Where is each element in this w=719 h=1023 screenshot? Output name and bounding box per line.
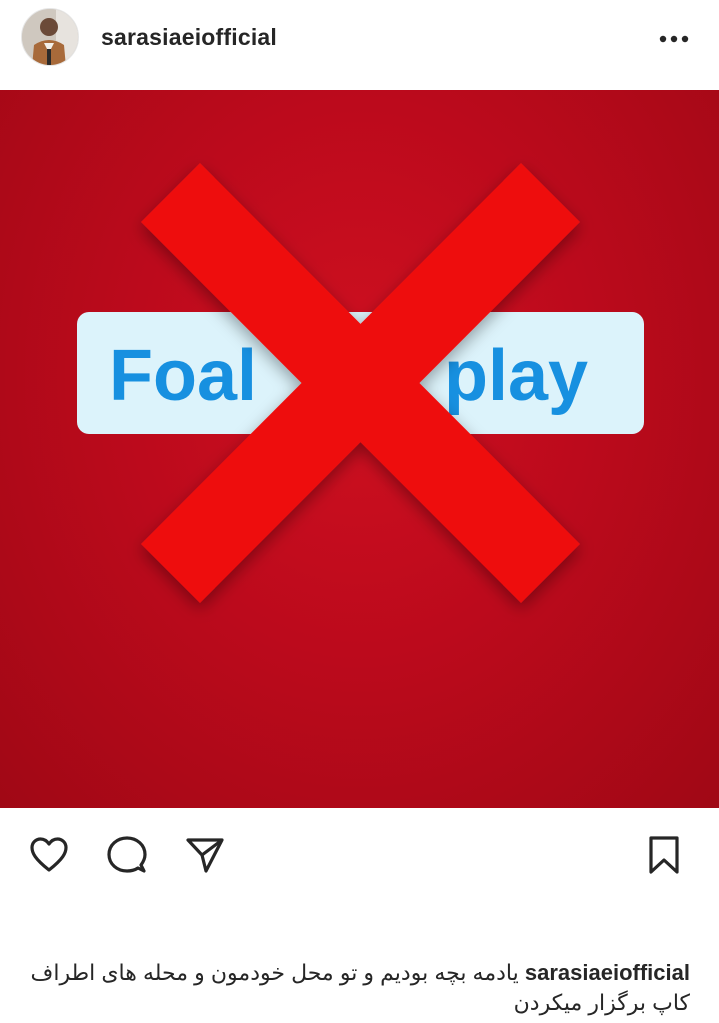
heart-icon [30, 837, 68, 872]
bookmark-icon [649, 836, 679, 874]
save-button[interactable] [641, 832, 687, 878]
post-actions-bar [0, 818, 719, 898]
post-header: sarasiaeiofficial [0, 0, 719, 88]
caption-username[interactable]: sarasiaeiofficial [525, 960, 690, 985]
post-caption: sarasiaeiofficial یادمه بچه بودیم و تو م… [30, 958, 690, 1018]
share-button[interactable] [182, 832, 228, 878]
comment-bubble-icon [107, 836, 147, 873]
avatar[interactable] [21, 8, 79, 66]
foul-play-graphic: Foal play [77, 163, 644, 603]
profile-photo-avatar [22, 9, 78, 65]
post-username[interactable]: sarasiaeiofficial [101, 24, 277, 51]
comment-button[interactable] [104, 832, 150, 878]
image-label-left: Foal [109, 336, 257, 416]
more-options-button[interactable] [654, 24, 694, 54]
send-paper-plane-icon [186, 838, 224, 873]
like-button[interactable] [26, 832, 72, 878]
image-label-right: play [444, 336, 588, 416]
post-image[interactable]: Foal play [0, 90, 719, 808]
more-horizontal-icon [659, 35, 689, 43]
